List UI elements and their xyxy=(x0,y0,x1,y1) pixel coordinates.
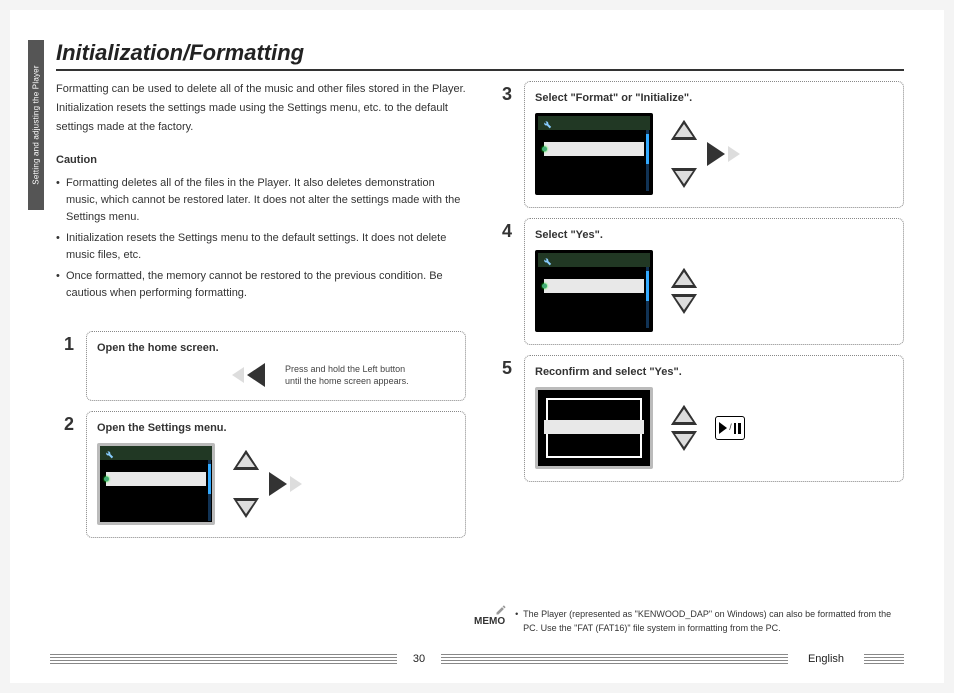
footer-rule xyxy=(50,654,397,664)
step-2: 2 Open the Settings menu. xyxy=(56,411,466,538)
caution-item: Formatting deletes all of the files in t… xyxy=(56,175,466,226)
intro-text: Formatting can be used to delete all of … xyxy=(56,81,466,136)
step-number: 2 xyxy=(56,411,74,538)
footer-rule xyxy=(441,654,788,664)
up-arrow-icon xyxy=(671,268,697,288)
step-number: 4 xyxy=(494,218,512,345)
step-title: Reconfirm and select "Yes". xyxy=(535,364,893,381)
memo-label: MEMO xyxy=(474,608,505,627)
left-arrow-icon xyxy=(247,363,265,387)
memo-text: The Player (represented as "KENWOOD_DAP"… xyxy=(515,608,904,635)
intro-line: Initialization resets the settings made … xyxy=(56,100,466,117)
manual-page: Setting and adjusting the Player Initial… xyxy=(10,10,944,683)
caution-item: Once formatted, the memory cannot be res… xyxy=(56,268,466,302)
down-arrow-icon xyxy=(671,431,697,451)
step-body: Select "Format" or "Initialize". xyxy=(524,81,904,208)
step-number: 5 xyxy=(494,355,512,482)
caution-heading: Caution xyxy=(56,152,466,169)
step-3: 3 Select "Format" or "Initialize". xyxy=(494,81,904,208)
right-arrow-icon xyxy=(269,472,287,496)
up-arrow-icon xyxy=(671,120,697,140)
down-arrow-icon xyxy=(233,498,259,518)
section-tab-label: Setting and adjusting the Player xyxy=(32,65,41,184)
section-tab: Setting and adjusting the Player xyxy=(28,40,44,210)
down-arrow-icon xyxy=(671,168,697,188)
device-screen xyxy=(535,387,653,469)
step-title: Open the home screen. xyxy=(97,340,455,357)
caution-list: Formatting deletes all of the files in t… xyxy=(56,175,466,302)
device-screen xyxy=(535,113,653,195)
step-body: Select "Yes". xyxy=(524,218,904,345)
play-pause-button-icon: / xyxy=(715,416,745,440)
hint-line: Press and hold the Left button xyxy=(285,363,409,376)
nav-buttons xyxy=(671,405,697,451)
wrench-icon xyxy=(104,448,114,458)
step-1: 1 Open the home screen. Press and hold t… xyxy=(56,331,466,401)
pencil-icon xyxy=(495,604,507,616)
right-arrow-icon xyxy=(707,142,725,166)
memo-label-text: MEMO xyxy=(474,616,505,627)
step-number: 1 xyxy=(56,331,74,401)
device-screen xyxy=(97,443,215,525)
nav-buttons xyxy=(671,268,697,314)
nav-buttons xyxy=(671,120,725,188)
page-title: Initialization/Formatting xyxy=(56,40,904,71)
device-screen xyxy=(535,250,653,332)
wrench-icon xyxy=(542,118,552,128)
step-number: 3 xyxy=(494,81,512,208)
step-5: 5 Reconfirm and select "Yes". xyxy=(494,355,904,482)
step-title: Select "Format" or "Initialize". xyxy=(535,90,893,107)
language-label: English xyxy=(798,653,854,665)
intro-line: settings made at the factory. xyxy=(56,119,466,136)
wrench-icon xyxy=(542,255,552,265)
hint-line: until the home screen appears. xyxy=(285,375,409,388)
step-body: Open the Settings menu. xyxy=(86,411,466,538)
step-hint: Press and hold the Left button until the… xyxy=(285,363,409,388)
page-number: 30 xyxy=(407,653,431,665)
caution-item: Initialization resets the Settings menu … xyxy=(56,230,466,264)
step-body: Reconfirm and select "Yes". xyxy=(524,355,904,482)
right-column: 3 Select "Format" or "Initialize". xyxy=(494,81,904,538)
memo-item: The Player (represented as "KENWOOD_DAP"… xyxy=(515,608,904,635)
up-arrow-icon xyxy=(671,405,697,425)
step-body: Open the home screen. Press and hold the… xyxy=(86,331,466,401)
page-footer: 30 English xyxy=(50,653,904,665)
memo-block: MEMO The Player (represented as "KENWOOD… xyxy=(474,608,904,635)
down-arrow-icon xyxy=(671,294,697,314)
left-column: Formatting can be used to delete all of … xyxy=(56,81,466,538)
footer-rule xyxy=(864,654,904,664)
up-arrow-icon xyxy=(233,450,259,470)
step-4: 4 Select "Yes". xyxy=(494,218,904,345)
nav-buttons xyxy=(233,450,287,518)
two-column-layout: Formatting can be used to delete all of … xyxy=(56,81,904,538)
step-title: Open the Settings menu. xyxy=(97,420,455,437)
step-title: Select "Yes". xyxy=(535,227,893,244)
page-content: Initialization/Formatting Formatting can… xyxy=(56,40,904,538)
intro-line: Formatting can be used to delete all of … xyxy=(56,81,466,98)
